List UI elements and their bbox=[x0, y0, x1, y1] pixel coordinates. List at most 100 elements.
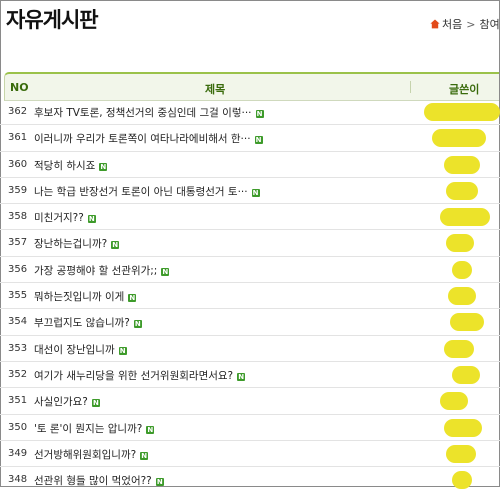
new-badge-icon: N bbox=[255, 110, 264, 118]
post-title-link[interactable]: 이러니까 우리가 토론쪽이 여타나라에비해서 한··· N bbox=[34, 131, 263, 146]
post-title-link[interactable]: 미친거지?? N bbox=[34, 210, 96, 225]
post-title-link[interactable]: 사실인가요? N bbox=[34, 394, 100, 409]
column-header-no: NO bbox=[10, 81, 29, 94]
post-number: 351 bbox=[8, 395, 28, 407]
author-redaction-mask bbox=[446, 181, 478, 200]
new-badge-icon: N bbox=[140, 451, 149, 460]
post-title: 뭐하는짓입니까 이게 bbox=[34, 291, 125, 304]
new-badge-icon: N bbox=[87, 215, 96, 224]
author-redaction-mask bbox=[444, 339, 474, 358]
author-redaction-mask bbox=[450, 313, 484, 332]
new-badge-icon: N bbox=[237, 372, 246, 381]
new-badge-icon: N bbox=[111, 241, 120, 250]
page-title: 자유게시판 bbox=[6, 8, 99, 32]
post-number: 355 bbox=[8, 290, 28, 302]
table-row[interactable]: 348 선관위 형들 많이 먹었어?? N bbox=[0, 467, 500, 492]
author-redaction-mask bbox=[452, 471, 472, 490]
post-title-link[interactable]: 대선이 장난입니까 N bbox=[34, 342, 127, 357]
post-title: 선관위 형들 많이 먹었어?? bbox=[34, 475, 152, 488]
table-row[interactable]: 360 적당히 하시죠 N bbox=[0, 152, 500, 178]
post-title-link[interactable]: 여기가 새누리당을 위한 선거위원회라면서요? N bbox=[34, 368, 246, 383]
table-row[interactable]: 349 선거방해위원회입니까? N bbox=[0, 441, 500, 468]
table-row[interactable]: 357 장난하는겁니까? N bbox=[0, 230, 500, 257]
author-redaction-mask bbox=[448, 287, 476, 306]
new-badge-icon: N bbox=[91, 399, 100, 408]
post-number: 348 bbox=[8, 474, 28, 486]
post-title: 대선이 장난입니까 bbox=[34, 343, 115, 356]
post-title: 미친거지?? bbox=[34, 212, 84, 225]
new-badge-icon: N bbox=[254, 136, 263, 145]
post-title: 장난하는겁니까? bbox=[34, 238, 108, 251]
table-row[interactable]: 353 대선이 장난입니까 N bbox=[0, 336, 500, 362]
post-number: 350 bbox=[8, 421, 28, 433]
table-row[interactable]: 351 사실인가요? N bbox=[0, 388, 500, 415]
post-number: 353 bbox=[8, 342, 28, 354]
post-title: 가장 공평해야 할 선관위가;; bbox=[34, 264, 158, 277]
table-row[interactable]: 359 나는 학급 반장선거 토론이 아닌 대통령선거 토··· N bbox=[0, 178, 500, 205]
post-number: 356 bbox=[8, 263, 28, 275]
table-row[interactable]: 354 부끄럽지도 않습니까? N bbox=[0, 309, 500, 336]
post-number: 359 bbox=[8, 184, 28, 196]
table-row[interactable]: 350 '토 론'이 뭔지는 압니까? N bbox=[0, 415, 500, 441]
new-badge-icon: N bbox=[155, 478, 164, 487]
breadcrumb-current[interactable]: 참여마 bbox=[479, 18, 500, 31]
post-title-link[interactable]: 적당히 하시죠 N bbox=[34, 158, 108, 173]
post-title-link[interactable]: 장난하는겁니까? N bbox=[34, 236, 120, 251]
table-row[interactable]: 352 여기가 새누리당을 위한 선거위원회라면서요? N bbox=[0, 362, 500, 389]
post-title-link[interactable]: 부끄럽지도 않습니까? N bbox=[34, 315, 142, 330]
column-header-subject: 제목 bbox=[205, 83, 226, 96]
post-title-link[interactable]: '토 론'이 뭔지는 압니까? N bbox=[34, 421, 155, 436]
post-title: 여기가 새누리당을 위한 선거위원회라면서요? bbox=[34, 369, 234, 382]
post-title: 사실인가요? bbox=[34, 396, 88, 409]
author-redaction-mask bbox=[452, 365, 480, 384]
post-title-link[interactable]: 선거방해위원회입니까? N bbox=[34, 447, 149, 462]
post-number: 349 bbox=[8, 447, 28, 459]
post-title: 이러니까 우리가 토론쪽이 여타나라에비해서 한··· bbox=[34, 133, 251, 146]
breadcrumb: 처음 >참여마 bbox=[430, 16, 500, 32]
table-row[interactable]: 358 미친거지?? N bbox=[0, 204, 500, 231]
author-redaction-mask bbox=[446, 234, 474, 253]
author-redaction-mask bbox=[444, 418, 482, 437]
table-row[interactable]: 356 가장 공평해야 할 선관위가;; N bbox=[0, 257, 500, 284]
author-redaction-mask bbox=[440, 392, 468, 411]
post-number: 358 bbox=[8, 211, 28, 223]
post-title-link[interactable]: 선관위 형들 많이 먹었어?? N bbox=[34, 473, 164, 488]
breadcrumb-separator: > bbox=[466, 18, 476, 31]
author-redaction-mask bbox=[432, 129, 486, 148]
new-badge-icon: N bbox=[99, 162, 108, 171]
author-redaction-mask bbox=[446, 444, 476, 463]
table-row[interactable]: 361 이러니까 우리가 토론쪽이 여타나라에비해서 한··· N bbox=[0, 125, 500, 152]
post-title-link[interactable]: 가장 공평해야 할 선관위가;; N bbox=[34, 263, 170, 278]
table-row[interactable]: 362 후보자 TV토론, 정책선거의 중심인데 그걸 이렇··· N bbox=[0, 99, 500, 126]
author-redaction-mask bbox=[452, 260, 472, 279]
post-title: '토 론'이 뭔지는 압니까? bbox=[34, 422, 143, 435]
post-title-link[interactable]: 나는 학급 반장선거 토론이 아닌 대통령선거 토··· N bbox=[34, 184, 260, 199]
post-title-link[interactable]: 후보자 TV토론, 정책선거의 중심인데 그걸 이렇··· N bbox=[34, 105, 264, 120]
author-redaction-mask bbox=[444, 155, 480, 174]
author-redaction-mask bbox=[440, 208, 490, 227]
author-redaction-mask bbox=[424, 103, 500, 121]
post-title: 후보자 TV토론, 정책선거의 중심인데 그걸 이렇··· bbox=[34, 107, 252, 119]
post-number: 362 bbox=[8, 106, 28, 117]
new-badge-icon: N bbox=[251, 188, 260, 197]
post-title-link[interactable]: 뭐하는짓입니까 이게 N bbox=[34, 289, 137, 304]
new-badge-icon: N bbox=[128, 294, 137, 303]
post-number: 360 bbox=[8, 158, 28, 170]
new-badge-icon: N bbox=[118, 346, 127, 355]
post-title: 부끄럽지도 않습니까? bbox=[34, 317, 130, 330]
new-badge-icon: N bbox=[161, 267, 170, 276]
post-title: 선거방해위원회입니까? bbox=[34, 448, 137, 461]
home-icon bbox=[430, 19, 440, 29]
post-number: 352 bbox=[8, 368, 28, 380]
table-row[interactable]: 355 뭐하는짓입니까 이게 N bbox=[0, 283, 500, 310]
breadcrumb-home[interactable]: 처음 bbox=[442, 18, 462, 31]
post-number: 357 bbox=[8, 237, 28, 249]
new-badge-icon: N bbox=[146, 425, 155, 434]
new-badge-icon: N bbox=[133, 320, 142, 329]
post-number: 361 bbox=[8, 132, 28, 144]
post-title: 나는 학급 반장선거 토론이 아닌 대통령선거 토··· bbox=[34, 185, 248, 198]
table-header: NO 제목 글쓴이 bbox=[4, 72, 499, 101]
post-title: 적당히 하시죠 bbox=[34, 159, 96, 172]
post-number: 354 bbox=[8, 316, 28, 328]
column-header-author: 글쓴이 bbox=[449, 83, 480, 96]
